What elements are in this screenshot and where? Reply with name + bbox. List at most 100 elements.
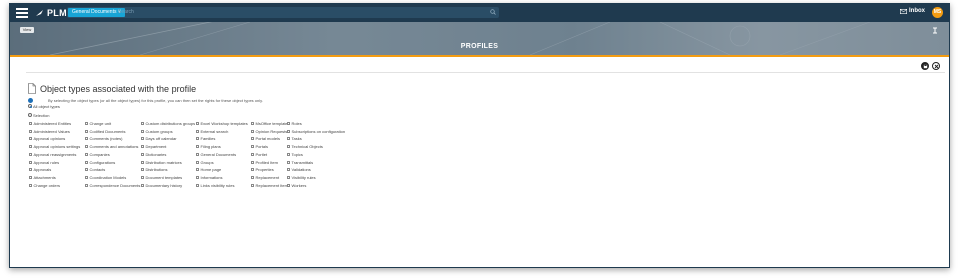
object-type-checkbox[interactable]: Opinion Requests: [251, 129, 287, 134]
checkbox[interactable]: [29, 183, 32, 187]
inbox-button[interactable]: Inbox: [900, 8, 925, 14]
object-type-checkbox[interactable]: Technical Objects: [287, 144, 323, 149]
checkbox[interactable]: [251, 129, 254, 133]
object-type-checkbox[interactable]: Replacement Item: [251, 183, 288, 188]
object-type-checkbox[interactable]: Correspondence Documents: [85, 183, 140, 188]
object-type-checkbox[interactable]: Coordination Models: [85, 175, 126, 180]
app-logo[interactable]: PLM: [35, 7, 67, 19]
checkbox[interactable]: [85, 145, 88, 149]
checkbox[interactable]: [287, 168, 290, 172]
checkbox[interactable]: [141, 145, 144, 149]
search-icon[interactable]: [490, 9, 496, 15]
object-type-checkbox[interactable]: Home page: [196, 167, 221, 172]
checkbox[interactable]: [85, 175, 88, 179]
checkbox[interactable]: [251, 145, 254, 149]
object-type-checkbox[interactable]: MsOffice templates: [251, 121, 290, 126]
checkbox[interactable]: [251, 152, 254, 156]
radio-selection[interactable]: [28, 113, 32, 117]
checkbox[interactable]: [85, 129, 88, 133]
object-type-checkbox[interactable]: Administered Values: [29, 129, 70, 134]
object-type-checkbox[interactable]: Properties: [251, 167, 274, 172]
checkbox[interactable]: [29, 129, 32, 133]
checkbox[interactable]: [196, 137, 199, 141]
object-type-checkbox[interactable]: Distribution matrices: [141, 160, 182, 165]
object-type-checkbox[interactable]: Groups: [196, 160, 214, 165]
pin-icon[interactable]: [932, 27, 938, 35]
document-type-selector[interactable]: General Documents ˅: [68, 8, 125, 17]
object-type-checkbox[interactable]: Configurations: [85, 160, 115, 165]
object-type-checkbox[interactable]: Profiled Item: [251, 160, 278, 165]
object-type-checkbox[interactable]: Tasks: [287, 136, 302, 141]
object-type-checkbox[interactable]: Custom distributions groups: [141, 121, 195, 126]
object-type-checkbox[interactable]: Days off calendar: [141, 136, 177, 141]
checkbox[interactable]: [196, 152, 199, 156]
radio-all-object-types[interactable]: [28, 104, 32, 108]
checkbox[interactable]: [251, 175, 254, 179]
object-type-checkbox[interactable]: Attachments: [29, 175, 56, 180]
checkbox[interactable]: [287, 145, 290, 149]
checkbox[interactable]: [287, 122, 290, 125]
object-type-checkbox[interactable]: Comments and annotations: [85, 144, 138, 149]
view-button[interactable]: View: [20, 27, 34, 33]
checkbox[interactable]: [29, 137, 32, 141]
menu-icon[interactable]: [16, 8, 28, 18]
checkbox[interactable]: [141, 129, 144, 133]
checkbox[interactable]: [251, 122, 254, 125]
object-type-checkbox[interactable]: Companies: [85, 152, 110, 157]
checkbox[interactable]: [141, 175, 144, 179]
object-type-checkbox[interactable]: Comments (notes): [85, 136, 122, 141]
checkbox[interactable]: [29, 160, 32, 164]
checkbox[interactable]: [29, 175, 32, 179]
checkbox[interactable]: [287, 137, 290, 141]
object-type-checkbox[interactable]: Portlet: [251, 152, 267, 157]
checkbox[interactable]: [287, 129, 290, 133]
checkbox[interactable]: [287, 183, 290, 187]
checkbox[interactable]: [141, 168, 144, 172]
checkbox[interactable]: [85, 122, 88, 125]
checkbox[interactable]: [29, 152, 32, 156]
checkbox[interactable]: [251, 137, 254, 141]
checkbox[interactable]: [141, 160, 144, 164]
object-type-checkbox[interactable]: External search: [196, 129, 228, 134]
checkbox[interactable]: [251, 160, 254, 164]
object-type-checkbox[interactable]: Dictionaries: [141, 152, 166, 157]
checkbox[interactable]: [196, 168, 199, 172]
object-type-checkbox[interactable]: Excel Workshop templates: [196, 121, 248, 126]
object-type-checkbox[interactable]: Distributions: [141, 167, 168, 172]
object-type-checkbox[interactable]: Documentary history: [141, 183, 182, 188]
user-avatar[interactable]: MS: [932, 7, 943, 18]
object-type-checkbox[interactable]: Approval opinions settings: [29, 144, 80, 149]
checkbox[interactable]: [85, 168, 88, 172]
checkbox[interactable]: [196, 175, 199, 179]
checkbox[interactable]: [251, 168, 254, 172]
object-type-checkbox[interactable]: Replacement: [251, 175, 279, 180]
checkbox[interactable]: [29, 145, 32, 149]
checkbox[interactable]: [85, 152, 88, 156]
object-type-checkbox[interactable]: Contacts: [85, 167, 105, 172]
checkbox[interactable]: [141, 137, 144, 141]
object-type-checkbox[interactable]: Subscriptions on configuration: [287, 129, 345, 134]
checkbox[interactable]: [29, 168, 32, 172]
search-bar[interactable]: General Documents ˅ Search: [67, 7, 499, 18]
object-type-checkbox[interactable]: Links visibility rules: [196, 183, 235, 188]
checkbox[interactable]: [141, 122, 144, 125]
object-type-checkbox[interactable]: Department: [141, 144, 166, 149]
checkbox[interactable]: [196, 129, 199, 133]
object-type-checkbox[interactable]: Filing plans: [196, 144, 221, 149]
object-type-checkbox[interactable]: Change orders: [29, 183, 60, 188]
object-type-checkbox[interactable]: Portals: [251, 144, 268, 149]
object-type-checkbox[interactable]: Topics: [287, 152, 303, 157]
checkbox[interactable]: [196, 160, 199, 164]
close-button[interactable]: [932, 62, 940, 70]
object-type-checkbox[interactable]: Approval opinions: [29, 136, 65, 141]
checkbox[interactable]: [196, 145, 199, 149]
checkbox[interactable]: [85, 160, 88, 164]
checkbox[interactable]: [29, 122, 32, 125]
checkbox[interactable]: [251, 183, 254, 187]
object-type-checkbox[interactable]: Transmittals: [287, 160, 313, 165]
checkbox[interactable]: [141, 183, 144, 187]
object-type-checkbox[interactable]: Visibility rules: [287, 175, 316, 180]
object-type-checkbox[interactable]: Administered Entities: [29, 121, 71, 126]
object-type-checkbox[interactable]: Workers: [287, 183, 306, 188]
object-type-checkbox[interactable]: Custom groups: [141, 129, 173, 134]
